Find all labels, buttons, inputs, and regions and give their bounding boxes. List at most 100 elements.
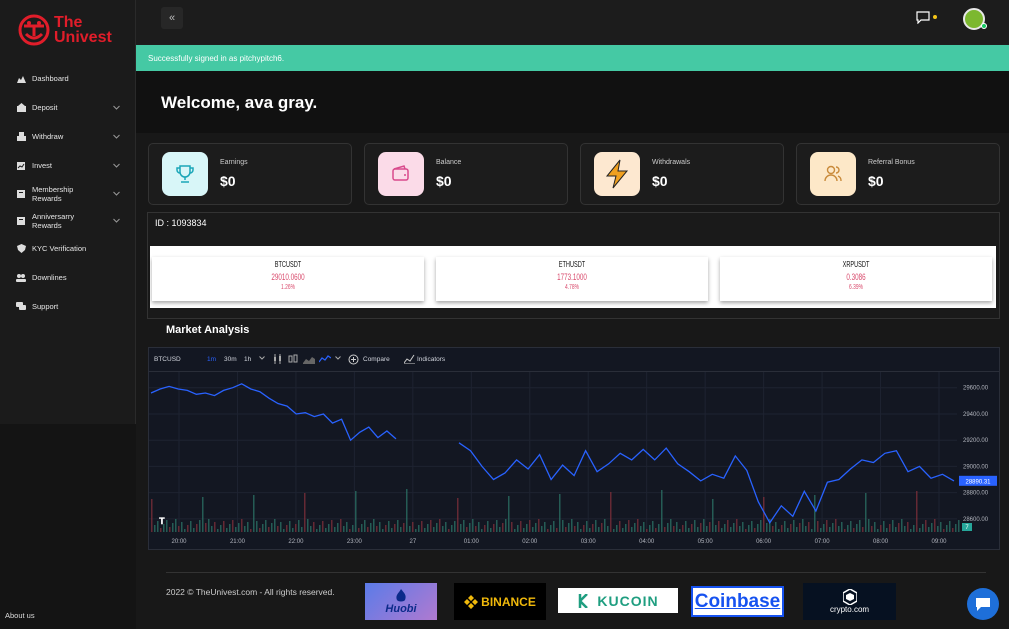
volume-bar — [592, 524, 594, 532]
area-chart-icon[interactable] — [303, 354, 315, 366]
volume-bar — [616, 525, 618, 532]
brand-logo[interactable]: The Univest — [16, 12, 112, 48]
volume-bar — [553, 521, 555, 532]
volume-bar — [418, 525, 420, 532]
sidebar-item-withdraw[interactable]: Withdraw — [0, 122, 136, 151]
candles-icon[interactable] — [273, 354, 283, 366]
kucoin-logo[interactable]: KUCOIN — [558, 588, 678, 613]
volume-bar — [217, 529, 219, 532]
message-icon[interactable] — [916, 11, 930, 24]
sidebar-item-label: Anniversarry Rewards — [32, 211, 75, 230]
chevron-down-icon[interactable] — [335, 355, 341, 363]
volume-bar — [313, 522, 315, 532]
sidebar-item-anniversary[interactable]: Anniversarry Rewards — [0, 207, 136, 234]
sidebar-item-deposit[interactable]: Deposit — [0, 93, 136, 122]
interval-1h[interactable]: 1h — [244, 356, 251, 363]
chevron-down-icon[interactable] — [259, 355, 265, 363]
welcome-heading: Welcome, ava gray. — [161, 93, 318, 112]
indicators-icon[interactable] — [403, 354, 415, 366]
volume-bar — [451, 525, 453, 532]
volume-bar — [355, 491, 357, 532]
binance-logo[interactable]: BINANCE — [454, 583, 546, 620]
volume-bar — [901, 519, 903, 532]
price-line — [150, 383, 397, 442]
volume-bar — [790, 524, 792, 532]
volume-bar — [268, 527, 270, 532]
compare-button[interactable]: Compare — [363, 356, 390, 363]
volume-bar — [706, 526, 708, 532]
plus-circle-icon[interactable] — [348, 354, 359, 367]
about-us-link[interactable]: About us — [5, 611, 35, 620]
volume-bar — [808, 522, 810, 532]
market-chart[interactable]: BTCUSD 1m 30m 1h Compare Indicators 2860… — [148, 347, 1000, 550]
brand-label: crypto.com — [829, 605, 870, 614]
huobi-logo[interactable]: Huobi — [365, 583, 437, 620]
sidebar-item-kyc[interactable]: KYC Verification — [0, 234, 136, 263]
volume-bar — [337, 523, 339, 532]
ticker-item-btcusdt[interactable]: BTCUSDT 29010.0600 1.26% — [152, 257, 424, 301]
x-tick-label: 01:00 — [464, 539, 480, 545]
volume-bar — [679, 529, 681, 532]
live-chat-button[interactable] — [967, 588, 999, 620]
volume-bar — [499, 527, 501, 532]
ticker-price: 0.3086 — [846, 272, 866, 282]
volume-bar — [253, 495, 255, 532]
sidebar-item-support[interactable]: Support — [0, 292, 136, 321]
indicators-button[interactable]: Indicators — [417, 356, 445, 363]
volume-bar — [766, 523, 768, 532]
volume-bar — [244, 526, 246, 532]
referral-bonus-card[interactable]: Referral Bonus $0 — [796, 143, 1000, 205]
crypto-com-logo[interactable]: crypto.com — [803, 583, 896, 620]
volume-bar — [718, 521, 720, 532]
x-tick-label: 23:00 — [347, 539, 363, 545]
line-chart-icon[interactable] — [318, 354, 332, 366]
sidebar-item-downlines[interactable]: Downlines — [0, 263, 136, 292]
volume-bar — [637, 519, 639, 532]
volume-bar — [916, 491, 918, 532]
sidebar-item-dashboard[interactable]: Dashboard — [0, 64, 136, 93]
sidebar-item-invest[interactable]: Invest — [0, 151, 136, 180]
balance-card[interactable]: Balance $0 — [364, 143, 568, 205]
volume-bar — [859, 520, 861, 532]
chat-bubble-icon — [976, 597, 990, 611]
bars-icon[interactable] — [288, 354, 298, 366]
volume-bar — [811, 529, 813, 532]
earnings-card[interactable]: Earnings $0 — [148, 143, 352, 205]
volume-bar — [511, 522, 513, 532]
volume-bar — [496, 520, 498, 532]
ticker-item-xrpusdt[interactable]: XRPUSDT 0.3086 6.39% — [720, 257, 992, 301]
volume-bar — [205, 523, 207, 532]
interval-1m[interactable]: 1m — [207, 356, 216, 363]
chart-symbol[interactable]: BTCUSD — [154, 356, 181, 363]
volume-bar — [235, 527, 237, 532]
volume-bar — [655, 528, 657, 532]
withdrawals-card[interactable]: Withdrawals $0 — [580, 143, 784, 205]
volume-bar — [271, 523, 273, 532]
coinbase-logo[interactable]: Coinbase — [691, 586, 784, 617]
ticker-item-ethusdt[interactable]: ETHUSDT 1773.1000 4.78% — [436, 257, 708, 301]
volume-bar — [391, 528, 393, 532]
sidebar-item-label: Deposit — [32, 103, 58, 112]
volume-bar — [376, 526, 378, 532]
volume-bar — [664, 527, 666, 532]
collapse-sidebar-button[interactable]: « — [161, 7, 183, 29]
volume-bar — [844, 529, 846, 532]
volume-bar — [838, 526, 840, 532]
chevron-down-icon — [113, 103, 120, 112]
x-tick-label: 08:00 — [873, 539, 889, 545]
sidebar-nav: Dashboard Deposit Withdraw Invest Member… — [0, 64, 136, 321]
volume-bar — [445, 522, 447, 532]
volume-bar — [295, 524, 297, 532]
price-chart[interactable]: 28600.00 28800.00 29000.00 29200.00 29400.00… — [149, 372, 999, 550]
x-tick-label: 22:00 — [288, 539, 304, 545]
volume-bar — [829, 527, 831, 532]
volume-bar — [910, 529, 912, 532]
x-tick-label: 05:00 — [698, 539, 714, 545]
volume-bar — [835, 519, 837, 532]
y-tick-label: 29600.00 — [963, 386, 989, 392]
volume-bar — [889, 524, 891, 532]
volume-bar — [697, 527, 699, 532]
sidebar-item-membership[interactable]: Membership Rewards — [0, 180, 136, 207]
interval-30m[interactable]: 30m — [224, 356, 237, 363]
sidebar-item-label: Withdraw — [32, 132, 64, 141]
